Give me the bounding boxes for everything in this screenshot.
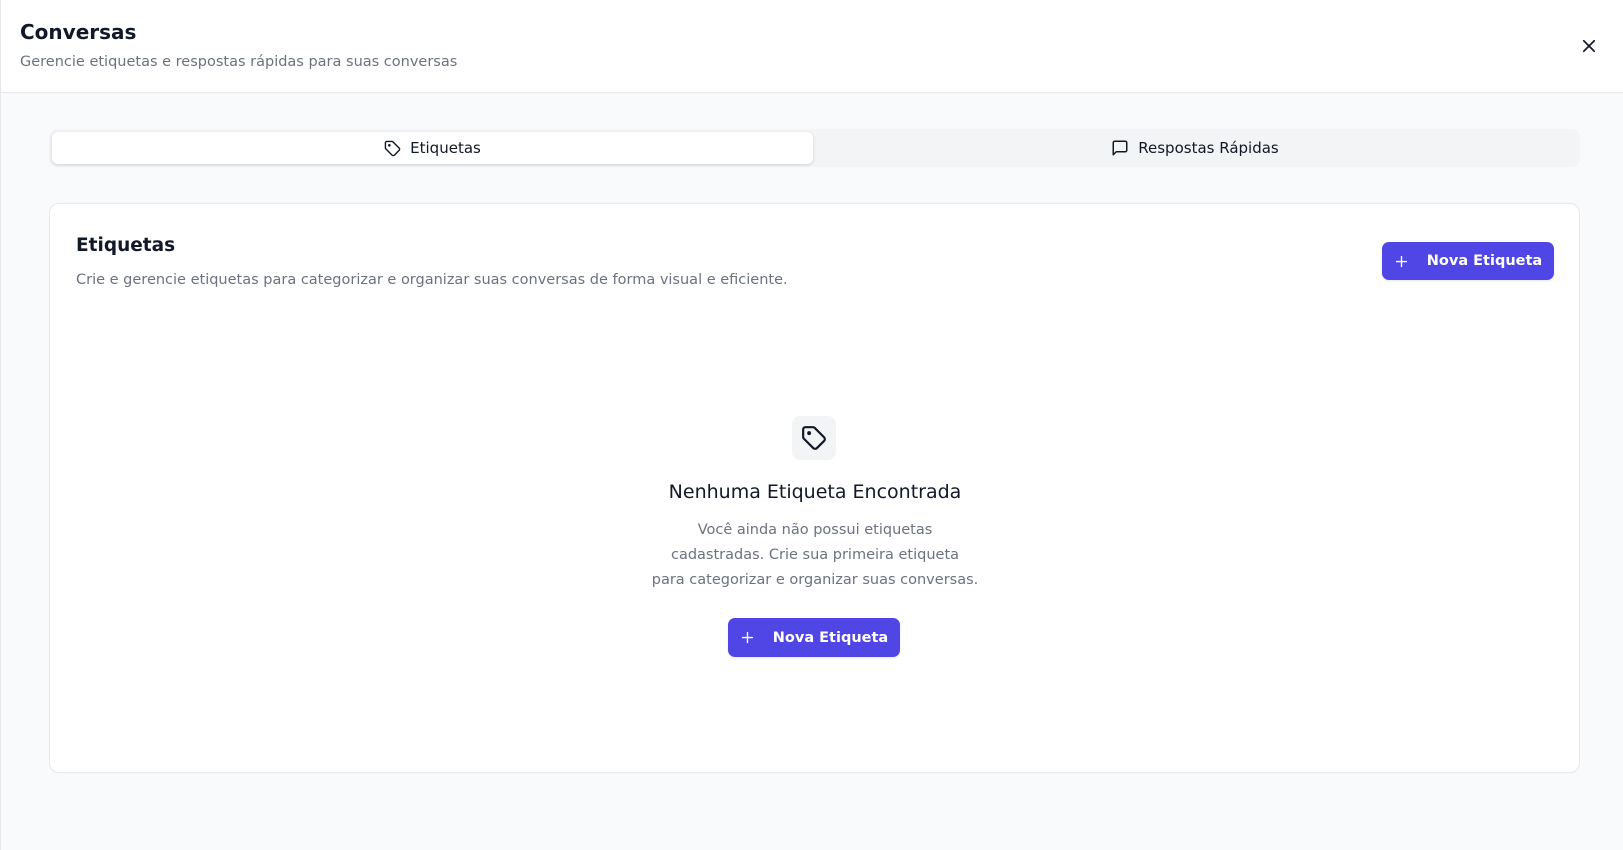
conversas-dialog: Conversas Gerencie etiquetas e respostas… — [0, 0, 1623, 850]
empty-state-description-line: Você ainda não possui etiquetas — [697, 522, 933, 538]
plus-icon — [741, 631, 753, 644]
etiquetas-card: Etiquetas Crie e gerencie etiquetas para… — [49, 203, 1580, 773]
tab-list: Etiquetas Respostas Rápidas — [49, 129, 1580, 167]
tag-icon — [384, 140, 401, 156]
dialog-header: Conversas Gerencie etiquetas e respostas… — [1, 0, 1623, 93]
tab-respostas-rapidas-label: Respostas Rápidas — [1138, 139, 1279, 157]
empty-state-icon-box — [792, 416, 836, 460]
empty-state-description-line: para categorizar e organizar suas conver… — [651, 572, 979, 588]
empty-state-description: Você ainda não possui etiquetas cadastra… — [615, 518, 1015, 593]
empty-state-description-line: cadastradas. Crie sua primeira etiqueta — [670, 547, 960, 563]
empty-state-new-tag-button-label: Nova Etiqueta — [772, 629, 889, 646]
close-icon — [1582, 39, 1596, 53]
empty-state-title: Nenhuma Etiqueta Encontrada — [668, 481, 962, 503]
tab-respostas-rapidas[interactable]: Respostas Rápidas — [813, 132, 1577, 164]
tab-etiquetas[interactable]: Etiquetas — [52, 132, 813, 164]
dialog-title: Conversas — [20, 20, 137, 44]
empty-state-new-tag-button[interactable]: Nova Etiqueta — [728, 618, 900, 657]
plus-icon — [1395, 255, 1407, 267]
card-title: Etiquetas — [76, 235, 176, 256]
message-square-icon — [1112, 140, 1128, 156]
new-tag-button[interactable]: Nova Etiqueta — [1382, 242, 1554, 280]
tab-etiquetas-label: Etiquetas — [410, 139, 481, 157]
new-tag-button-label: Nova Etiqueta — [1426, 253, 1543, 269]
card-description: Crie e gerencie etiquetas para categoriz… — [76, 272, 788, 288]
tag-icon — [802, 426, 826, 450]
close-button[interactable] — [1575, 32, 1603, 60]
dialog-subtitle: Gerencie etiquetas e respostas rápidas p… — [20, 54, 458, 70]
